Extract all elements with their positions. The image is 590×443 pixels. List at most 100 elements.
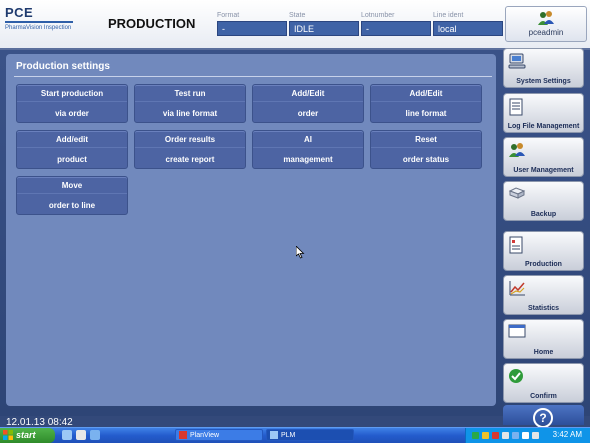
chart-icon	[509, 281, 525, 296]
line-ident-value: local	[433, 21, 503, 36]
tile-separator	[253, 147, 363, 148]
tile-label-bottom: order status	[402, 155, 450, 164]
tile-label-bottom: order	[297, 109, 319, 118]
system-clock[interactable]: 3:42 AM	[553, 430, 582, 439]
lotnumber-value: -	[361, 21, 431, 36]
log-file-management-button[interactable]: Log File Management	[503, 93, 584, 133]
taskbar-item-planview[interactable]: PlanView	[175, 429, 263, 441]
move-order-tile[interactable]: Move order to line	[16, 176, 128, 215]
sidebar-label: Home	[533, 349, 554, 356]
home-button[interactable]: Home	[503, 319, 584, 359]
help-icon: ?	[533, 408, 553, 428]
statistics-button[interactable]: Statistics	[503, 275, 584, 315]
sidebar-label: Statistics	[527, 305, 560, 312]
add-edit-line-format-tile[interactable]: Add/Edit line format	[370, 84, 482, 123]
tile-label-top: Move	[61, 181, 83, 190]
tile-separator	[253, 101, 363, 102]
line-ident-label: Line ident	[433, 12, 464, 19]
add-edit-order-tile[interactable]: Add/Edit order	[252, 84, 364, 123]
windows-logo-icon	[3, 430, 13, 440]
tile-label-bottom: management	[283, 155, 333, 164]
user-name: pceadmin	[528, 28, 564, 37]
tile-separator	[17, 147, 127, 148]
app-icon	[270, 431, 278, 439]
tray-icon[interactable]	[492, 432, 499, 439]
reset-order-status-tile[interactable]: Reset order status	[370, 130, 482, 169]
tile-label-bottom: via line format	[162, 109, 218, 118]
start-button[interactable]: start	[0, 428, 55, 443]
tile-label-bottom: via order	[55, 109, 89, 118]
page-title: PRODUCTION	[108, 16, 196, 31]
tile-label-bottom: create report	[165, 155, 215, 164]
tray-icon[interactable]	[502, 432, 509, 439]
test-run-tile[interactable]: Test run via line format	[134, 84, 246, 123]
sidebar-label: User Management	[513, 167, 574, 174]
logo-text: PCE	[5, 5, 34, 20]
panel-title: Production settings	[16, 61, 110, 72]
order-results-tile[interactable]: Order results create report	[134, 130, 246, 169]
logo-underline	[5, 21, 73, 23]
quick-launch-explorer-icon[interactable]	[76, 430, 86, 440]
header-bar: PCE PharmaVision Inspection PRODUCTION F…	[0, 0, 590, 50]
users-icon	[509, 143, 525, 157]
tile-label-top: Add/edit	[56, 135, 88, 144]
log-file-icon	[509, 98, 523, 116]
tile-label-top: Order results	[164, 135, 216, 144]
taskbar-item-plm[interactable]: PLM	[266, 429, 354, 441]
tray-icon[interactable]	[522, 432, 529, 439]
task-label: PlanView	[190, 432, 220, 439]
task-label: PLM	[281, 432, 296, 439]
tile-label-bottom: line format	[405, 109, 447, 118]
windows-taskbar: start PlanView PLM 3:42 AM	[0, 427, 590, 443]
tile-label-bottom: product	[57, 155, 87, 164]
tile-separator	[17, 193, 127, 194]
tile-label-top: AI	[304, 135, 312, 144]
tile-separator	[135, 147, 245, 148]
format-label: Format	[217, 12, 240, 19]
format-value: -	[217, 21, 287, 36]
tile-label-top: Start production	[40, 89, 104, 98]
tile-label-top: Test run	[174, 89, 206, 98]
tray-icon[interactable]	[512, 432, 519, 439]
ai-management-tile[interactable]: AI management	[252, 130, 364, 169]
sidebar-label: Production	[525, 261, 562, 268]
lotnumber-label: Lotnumber	[361, 12, 395, 19]
document-icon	[509, 236, 523, 254]
quick-launch-desktop-icon[interactable]	[62, 430, 72, 440]
computer-icon	[508, 53, 526, 69]
confirm-button[interactable]: Confirm	[503, 363, 584, 403]
state-label: State	[289, 12, 306, 19]
user-button[interactable]: pceadmin	[505, 6, 587, 42]
user-management-button[interactable]: User Management	[503, 137, 584, 177]
tile-separator	[371, 101, 481, 102]
tile-separator	[135, 101, 245, 102]
tile-separator	[371, 147, 481, 148]
main-area: Production settings Start production via…	[0, 50, 590, 416]
window-icon	[508, 324, 526, 338]
system-settings-button[interactable]: System Settings	[503, 48, 584, 88]
sidebar-label: Log File Management	[507, 123, 580, 130]
production-settings-panel: Production settings Start production via…	[6, 54, 496, 406]
start-label: start	[16, 430, 36, 440]
start-production-tile[interactable]: Start production via order	[16, 84, 128, 123]
help-button[interactable]: ?	[503, 405, 584, 428]
add-edit-product-tile[interactable]: Add/edit product	[16, 130, 128, 169]
check-icon	[509, 369, 523, 383]
mouse-cursor-icon	[296, 246, 305, 259]
tray-icon[interactable]	[532, 432, 539, 439]
tray-icon[interactable]	[482, 432, 489, 439]
app-icon	[179, 431, 187, 439]
quick-launch-browser-icon[interactable]	[90, 430, 100, 440]
users-icon	[538, 11, 554, 25]
tile-separator	[17, 101, 127, 102]
system-tray: 3:42 AM	[465, 428, 590, 443]
panel-divider	[14, 76, 492, 77]
production-button[interactable]: Production	[503, 231, 584, 271]
tile-label-top: Reset	[415, 135, 437, 144]
tile-label-bottom: order to line	[48, 201, 96, 210]
sidebar-label: Backup	[530, 211, 557, 218]
tile-label-top: Add/Edit	[409, 89, 443, 98]
pce-logo: PCE PharmaVision Inspection	[5, 6, 77, 32]
backup-button[interactable]: Backup	[503, 181, 584, 221]
tray-icon[interactable]	[472, 432, 479, 439]
